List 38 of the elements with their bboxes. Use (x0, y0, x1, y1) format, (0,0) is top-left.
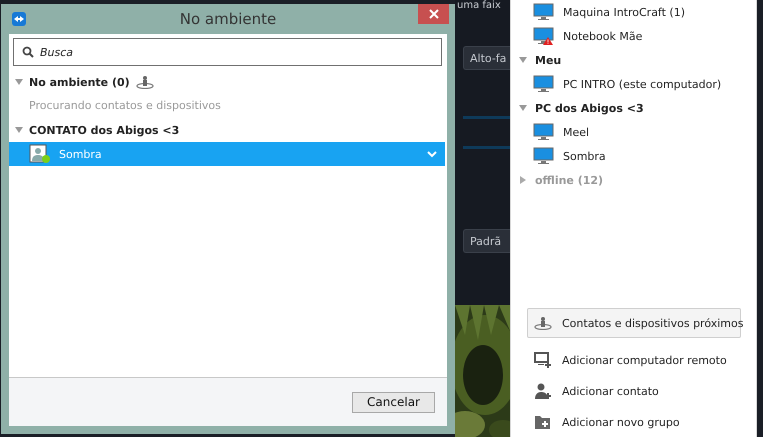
collapse-arrow-icon[interactable] (15, 126, 23, 134)
window-title: No ambiente (180, 10, 276, 28)
close-button[interactable] (418, 4, 449, 24)
group-header[interactable]: CONTATO dos Abigos <3 (29, 124, 180, 136)
collapse-arrow-icon[interactable] (519, 104, 527, 112)
collapse-arrow-icon[interactable] (15, 78, 23, 86)
group-header[interactable]: No ambiente (0) (29, 76, 130, 88)
group-header[interactable]: PC dos Abigos <3 (535, 102, 644, 114)
dropdown-button[interactable]: Padrã (463, 229, 511, 253)
status-text: Procurando contatos e dispositivos (28, 98, 222, 114)
cancel-button[interactable]: Cancelar (352, 392, 435, 412)
radar-icon (136, 75, 154, 89)
close-icon (428, 9, 438, 19)
app-logo-icon (12, 12, 26, 26)
action-button[interactable]: Adicionar novo grupo (527, 407, 741, 437)
search-icon (22, 46, 34, 58)
add-folder-icon (534, 414, 552, 430)
collapse-arrow-icon[interactable] (519, 56, 527, 64)
chevron-down-icon[interactable] (427, 150, 437, 158)
group-header[interactable]: Meu (535, 54, 562, 66)
contact-name: Sombra (59, 148, 103, 160)
computer-name[interactable]: Meel (563, 126, 590, 138)
dropdown-button[interactable]: Alto-fa (463, 46, 511, 70)
add-monitor-icon (534, 352, 552, 368)
computer-name[interactable]: Sombra (563, 150, 606, 162)
slider-track (463, 116, 511, 119)
computer-name[interactable]: Maquina IntroCraft (1) (563, 6, 686, 18)
search-field[interactable]: Busca (13, 38, 442, 66)
slider-track (463, 146, 511, 149)
radar-icon (534, 316, 552, 330)
action-button[interactable]: Adicionar contato (527, 376, 741, 406)
computer-name[interactable]: Notebook Mãe (563, 30, 642, 42)
computer-name[interactable]: PC INTRO (este computador) (563, 78, 722, 90)
heading-text: uma faix (456, 0, 502, 13)
action-button[interactable]: Contatos e dispositivos próximos (527, 308, 741, 338)
expand-arrow-icon[interactable] (519, 176, 527, 184)
action-button[interactable]: Adicionar computador remoto (527, 345, 741, 375)
add-person-icon (534, 383, 552, 399)
